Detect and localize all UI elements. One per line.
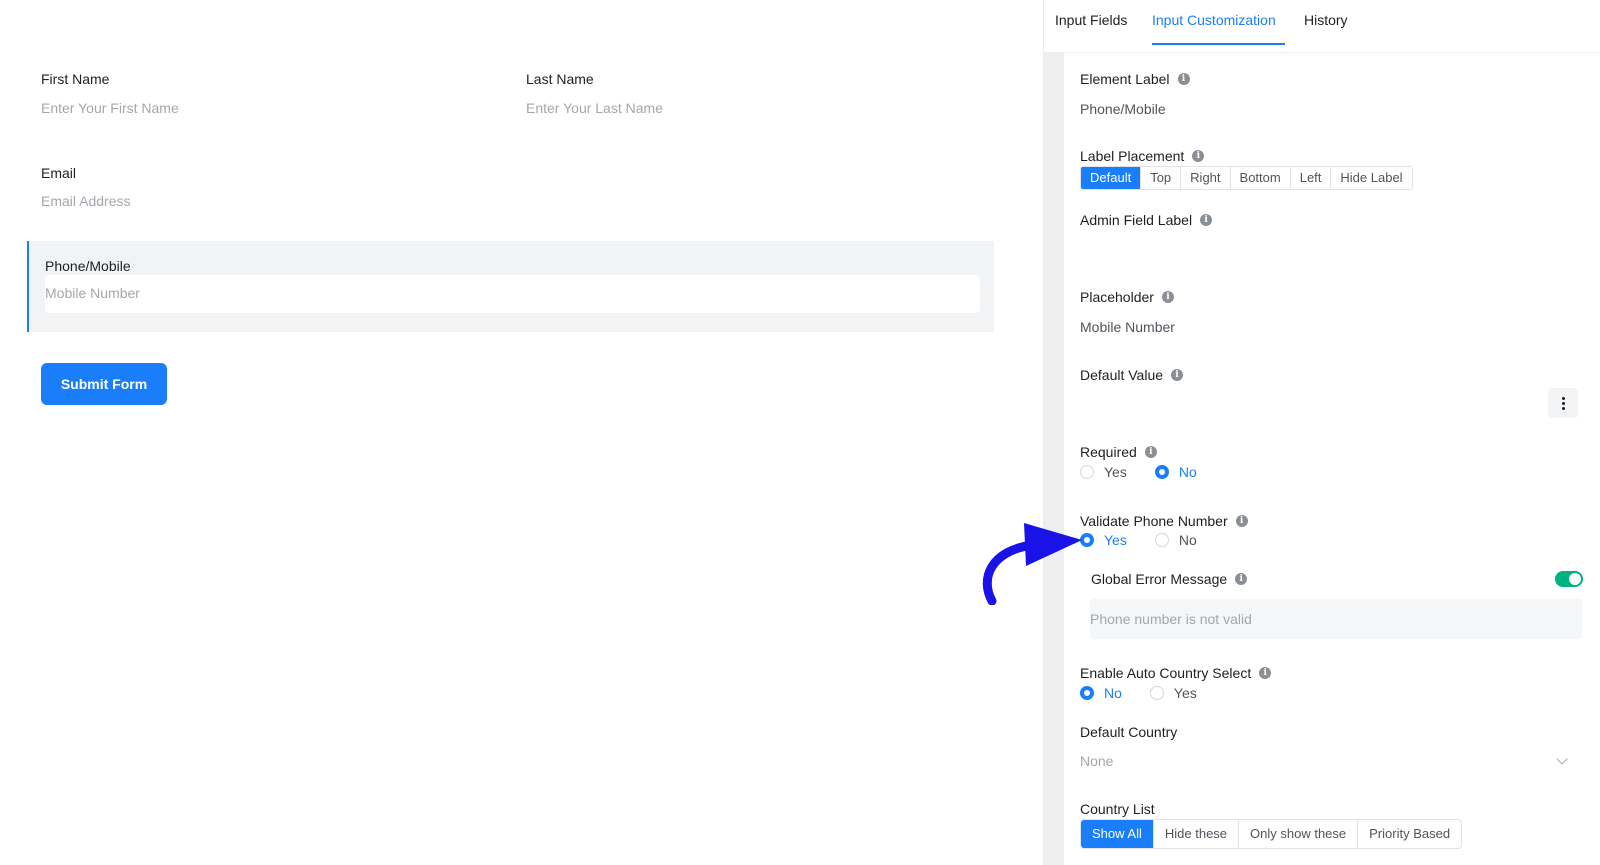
placeholder-title: Placeholder i [1080,289,1174,305]
element-label-input[interactable]: Phone/Mobile [1080,101,1166,117]
auto-country-title-text: Enable Auto Country Select [1080,665,1252,681]
kebab-menu-icon[interactable] [1548,388,1578,418]
radio-off-icon [1080,465,1094,479]
tab-input-customization[interactable]: Input Customization [1152,12,1276,28]
default-value-title: Default Value i [1080,367,1184,383]
placeholder-title-text: Placeholder [1080,289,1154,305]
info-icon[interactable]: i [1235,515,1248,527]
validate-phone-no-label: No [1178,532,1197,548]
label-placement-left[interactable]: Left [1291,167,1332,189]
validate-phone-title-text: Validate Phone Number [1080,513,1228,529]
country-list-hide-these[interactable]: Hide these [1154,820,1240,848]
auto-country-title: Enable Auto Country Select i [1080,665,1272,681]
info-icon[interactable]: i [1144,446,1157,458]
label-placement-bottom[interactable]: Bottom [1231,167,1291,189]
admin-field-label-input[interactable] [1080,235,1582,269]
phone-label: Phone/Mobile [45,258,131,274]
label-placement-selector: Default Top Right Bottom Left Hide Label [1080,166,1413,190]
info-icon[interactable]: i [1161,291,1174,303]
element-label-title-text: Element Label [1080,71,1170,87]
form-preview-canvas: First Name Enter Your First Name Last Na… [0,0,1043,865]
auto-country-radio-group: No Yes [1080,685,1225,701]
validate-phone-no-radio[interactable]: No [1154,532,1197,548]
default-country-title: Default Country [1080,724,1178,740]
validate-phone-yes-label: Yes [1104,532,1127,548]
required-yes-radio[interactable]: Yes [1080,464,1127,480]
radio-off-icon [1154,533,1169,547]
phone-input[interactable]: Mobile Number [45,275,980,313]
auto-country-no-radio[interactable]: No [1080,685,1122,701]
country-list-priority-based[interactable]: Priority Based [1358,820,1461,848]
global-error-title-text: Global Error Message [1091,571,1228,587]
global-error-placeholder: Phone number is not valid [1090,611,1252,627]
radio-on-icon [1154,465,1169,479]
global-error-toggle[interactable] [1555,571,1583,587]
first-name-input[interactable]: Enter Your First Name [41,100,179,116]
info-icon[interactable]: i [1200,214,1213,226]
auto-country-no-label: No [1104,685,1122,701]
panel-divider [1043,44,1064,865]
required-title: Required i [1080,444,1157,460]
required-no-label: No [1178,464,1197,480]
global-error-title: Global Error Message i [1091,571,1248,587]
panel-edge [1043,0,1044,865]
info-icon[interactable]: i [1235,573,1248,585]
phone-placeholder: Mobile Number [45,285,140,301]
admin-field-label-title-text: Admin Field Label [1080,212,1193,228]
label-placement-title-text: Label Placement [1080,148,1185,164]
admin-field-label-title: Admin Field Label i [1080,212,1213,228]
first-name-label: First Name [41,71,110,87]
default-country-select[interactable]: None [1080,753,1113,769]
validate-phone-radio-group: Yes No [1080,532,1225,548]
label-placement-hide-label[interactable]: Hide Label [1331,167,1411,189]
auto-country-yes-radio[interactable]: Yes [1149,685,1197,701]
last-name-input[interactable]: Enter Your Last Name [526,100,663,116]
label-placement-default[interactable]: Default [1081,167,1142,189]
default-value-title-text: Default Value [1080,367,1164,383]
info-icon[interactable]: i [1192,150,1205,162]
chevron-down-icon[interactable] [1556,753,1568,765]
global-error-input[interactable]: Phone number is not valid [1090,599,1582,639]
last-name-label: Last Name [526,71,594,87]
settings-tabs: Input Fields Input Customization History [1044,0,1600,53]
submit-form-button[interactable]: Submit Form [41,363,167,405]
phone-field-block-selected[interactable]: Phone/Mobile Mobile Number [27,241,994,332]
auto-country-yes-label: Yes [1173,685,1197,701]
default-value-input[interactable] [1080,388,1542,418]
radio-on-icon [1080,686,1094,700]
active-tab-indicator [1152,43,1285,45]
country-list-only-show-these[interactable]: Only show these [1239,820,1359,848]
required-yes-label: Yes [1104,464,1127,480]
info-icon[interactable]: i [1171,369,1184,381]
element-label-title: Element Label i [1080,71,1190,87]
tab-input-fields[interactable]: Input Fields [1055,12,1127,28]
info-icon[interactable]: i [1259,667,1272,679]
country-list-show-all[interactable]: Show All [1081,820,1154,848]
info-icon[interactable]: i [1177,73,1190,85]
label-placement-title: Label Placement i [1080,148,1205,164]
required-title-text: Required [1080,444,1137,460]
label-placement-right[interactable]: Right [1181,167,1231,189]
annotation-arrow-icon [982,523,1082,605]
country-list-selector: Show All Hide these Only show these Prio… [1080,819,1463,849]
country-list-title: Country List [1080,801,1155,817]
required-radio-group: Yes No [1080,464,1225,480]
radio-off-icon [1149,686,1164,700]
tab-history[interactable]: History [1304,12,1348,28]
validate-phone-title: Validate Phone Number i [1080,513,1248,529]
label-placement-top[interactable]: Top [1141,167,1182,189]
email-input[interactable]: Email Address [41,193,130,209]
placeholder-input[interactable]: Mobile Number [1080,319,1175,335]
email-label: Email [41,165,77,181]
required-no-radio[interactable]: No [1154,464,1197,480]
